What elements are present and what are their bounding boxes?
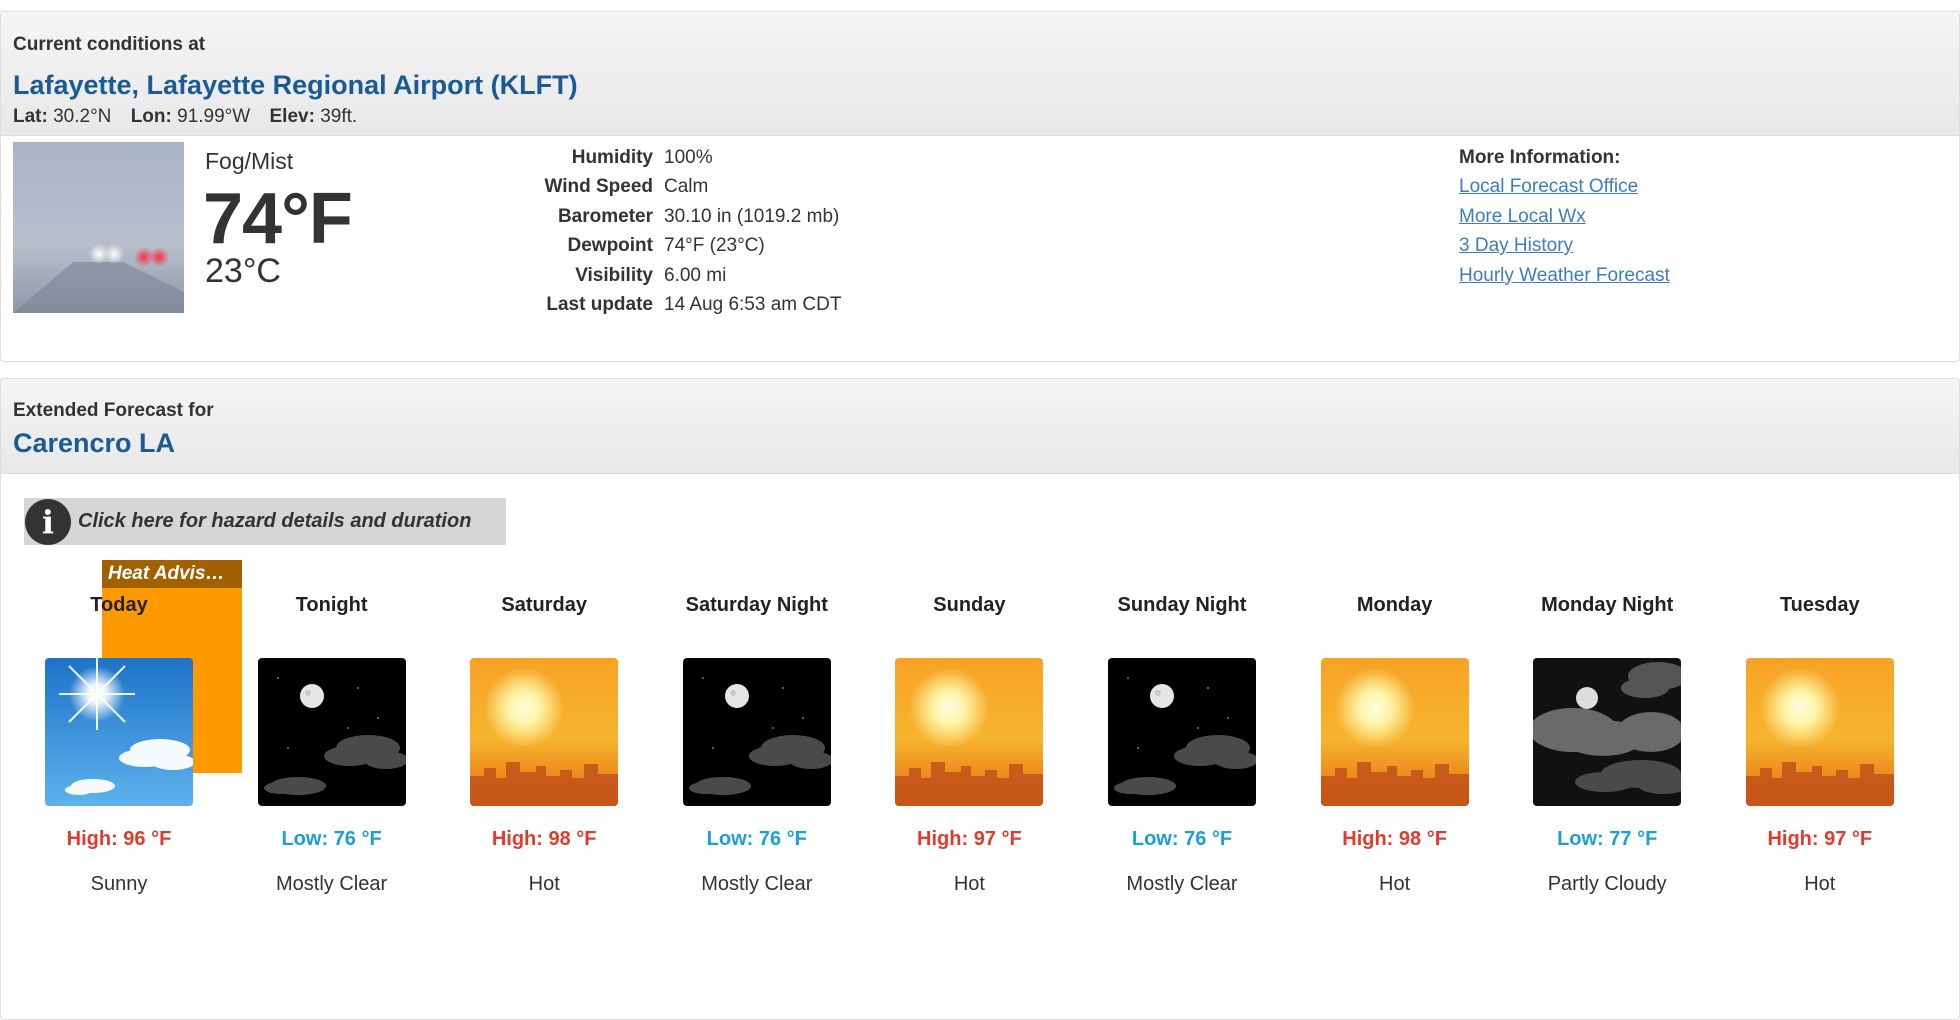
detail-label: Dewpoint	[567, 235, 654, 257]
short-description: Sunny	[90, 873, 148, 895]
high-temp: High: 97 °F	[1767, 828, 1873, 850]
period-name: Today	[90, 594, 148, 616]
short-description: Mostly Clear	[701, 873, 813, 895]
detail-row: Visibility 6.00 mi	[490, 265, 841, 294]
current-temp-c: 23°C	[205, 252, 281, 290]
extended-forecast-header: Extended Forecast for Carencro LA	[1, 379, 1959, 474]
more-information-heading: More Information:	[1459, 147, 1621, 168]
high-temp: High: 98 °F	[1342, 828, 1447, 850]
3-day-history-link[interactable]: 3 Day History	[1459, 235, 1670, 264]
short-description: Mostly Clear	[276, 873, 388, 895]
station-title[interactable]: Lafayette, Lafayette Regional Airport (K…	[13, 70, 578, 101]
detail-value: Calm	[664, 176, 709, 198]
local-forecast-office-link[interactable]: Local Forecast Office	[1459, 176, 1670, 205]
lon-label: Lon:	[130, 106, 172, 127]
detail-label: Wind Speed	[544, 176, 653, 198]
current-condition-text: Fog/Mist	[205, 148, 294, 174]
info-icon: i	[25, 498, 71, 545]
forecast-period[interactable]: Today High: 96 °F Sunny	[13, 594, 225, 896]
hot-icon[interactable]	[470, 658, 619, 806]
forecast-period[interactable]: Sunday Night Low: 76 °F Mostly Clear	[1076, 594, 1288, 896]
hazard-details-text: Click here for hazard details and durati…	[78, 510, 472, 532]
forecast-period[interactable]: Tonight Low: 76 °F Mostly Clear	[226, 594, 438, 896]
forecast-period[interactable]: Saturday High: 98 °F Hot	[438, 594, 650, 896]
high-temp: High: 97 °F	[917, 828, 1022, 850]
forecast-period[interactable]: Monday High: 98 °F Hot	[1289, 594, 1501, 896]
detail-label: Last update	[546, 293, 653, 315]
hot-icon[interactable]	[1745, 658, 1894, 806]
night-partly-cloudy-icon[interactable]	[1533, 658, 1682, 806]
hourly-weather-forecast-link[interactable]: Hourly Weather Forecast	[1459, 265, 1670, 294]
period-name: Sunday Night	[1117, 594, 1247, 616]
forecast-period[interactable]: Tuesday High: 97 °F Hot	[1714, 594, 1926, 896]
station-coordinates: Lat: 30.2°N Lon: 91.99°W Elev: 39ft.	[13, 106, 357, 128]
short-description: Partly Cloudy	[1547, 873, 1667, 895]
forecast-period[interactable]: Monday Night Low: 77 °F Partly Cloudy	[1501, 594, 1713, 896]
detail-label: Humidity	[571, 147, 653, 168]
low-temp: Low: 77 °F	[1557, 828, 1658, 850]
sunny-icon[interactable]	[45, 658, 193, 806]
detail-row: Barometer 30.10 in (1019.2 mb)	[490, 206, 841, 235]
low-temp: Low: 76 °F	[281, 828, 382, 850]
detail-row: Last update 14 Aug 6:53 am CDT	[490, 294, 841, 323]
detail-label: Visibility	[575, 264, 653, 286]
current-temp-f: 74°F	[203, 179, 353, 259]
lat-value: 30.2°N	[53, 106, 112, 127]
short-description: Hot	[528, 873, 560, 895]
detail-label: Barometer	[557, 205, 653, 227]
more-local-wx-link[interactable]: More Local Wx	[1459, 206, 1670, 235]
period-name: Saturday Night	[685, 594, 828, 616]
current-conditions-label: Current conditions at	[13, 34, 206, 55]
low-temp: Low: 76 °F	[1131, 828, 1233, 850]
detail-value: 14 Aug 6:53 am CDT	[664, 293, 842, 315]
period-name: Tonight	[295, 594, 368, 616]
detail-value: 30.10 in (1019.2 mb)	[664, 205, 840, 227]
detail-row: Dewpoint 74°F (23°C)	[490, 235, 841, 264]
more-information: More Information: Local Forecast Office …	[1459, 147, 1670, 294]
period-name: Monday Night	[1541, 594, 1674, 616]
night-clear-icon[interactable]	[257, 658, 406, 806]
high-temp: High: 98 °F	[491, 828, 597, 850]
period-name: Monday	[1356, 594, 1433, 616]
lat-label: Lat:	[13, 106, 48, 127]
detail-row: Wind Speed Calm	[490, 176, 841, 205]
detail-value: 74°F (23°C)	[664, 235, 765, 257]
detail-value: 6.00 mi	[664, 264, 727, 286]
forecast-period[interactable]: Sunday High: 97 °F Hot	[863, 594, 1075, 896]
forecast-location-title: Carencro LA	[13, 428, 176, 458]
short-description: Hot	[1379, 873, 1411, 895]
short-description: Hot	[953, 873, 985, 895]
hazard-details-button[interactable]: i Click here for hazard details and dura…	[24, 498, 506, 545]
hot-icon[interactable]	[895, 658, 1044, 806]
forecast-period[interactable]: Saturday Night Low: 76 °F Mostly Clear	[651, 594, 863, 896]
detail-value: 100%	[664, 147, 713, 168]
extended-forecast-label: Extended Forecast for	[13, 400, 214, 421]
lon-value: 91.99°W	[177, 106, 251, 127]
short-description: Hot	[1804, 873, 1836, 895]
night-clear-icon[interactable]	[1108, 658, 1256, 806]
current-conditions-header: Current conditions at Lafayette, Lafayet…	[1, 12, 1959, 136]
hot-icon[interactable]	[1320, 658, 1469, 806]
high-temp: High: 96 °F	[66, 828, 172, 850]
short-description: Mostly Clear	[1126, 873, 1238, 895]
detail-row: Humidity 100%	[490, 147, 841, 176]
period-name: Saturday	[501, 594, 587, 616]
period-name: Tuesday	[1779, 594, 1860, 616]
fog-mist-icon	[13, 142, 184, 313]
night-clear-icon[interactable]	[682, 658, 831, 806]
current-details-table: Humidity 100% Wind Speed Calm Barometer 30.10…	[490, 147, 841, 323]
low-temp: Low: 76 °F	[706, 828, 807, 850]
elev-value: 39ft.	[320, 106, 358, 127]
heat-advisory-label[interactable]: Heat Advis…	[102, 560, 242, 588]
elev-label: Elev:	[269, 106, 315, 127]
period-name: Sunday	[933, 594, 1006, 616]
